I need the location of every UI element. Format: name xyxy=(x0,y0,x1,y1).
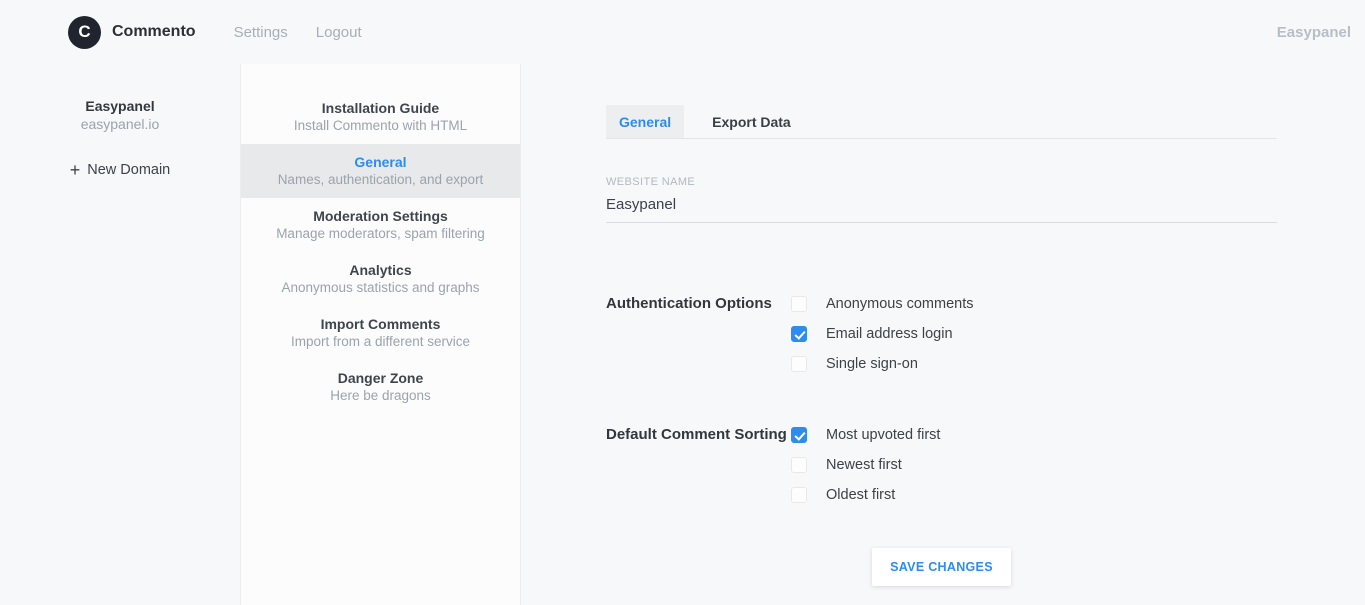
sidebar-domain-url: easypanel.io xyxy=(0,115,240,133)
option-email-address-login[interactable]: Email address login xyxy=(791,319,973,349)
top-bar: C Commento Settings Logout Easypanel xyxy=(0,0,1365,64)
menu-item-installation-guide[interactable]: Installation Guide Install Commento with… xyxy=(241,90,520,144)
tab-general[interactable]: General xyxy=(606,105,684,138)
settings-menu: Installation Guide Install Commento with… xyxy=(240,64,521,605)
option-label: Most upvoted first xyxy=(826,427,940,443)
menu-item-title: Moderation Settings xyxy=(251,207,510,225)
save-changes-button[interactable]: SAVE CHANGES xyxy=(872,548,1011,586)
save-row: SAVE CHANGES xyxy=(606,548,1277,586)
menu-item-danger-zone[interactable]: Danger Zone Here be dragons xyxy=(241,360,520,414)
newest-first-checkbox[interactable] xyxy=(791,457,807,473)
brand[interactable]: C Commento xyxy=(68,16,196,49)
domain-sidebar: Easypanel easypanel.io + New Domain xyxy=(0,64,240,605)
menu-item-subtitle: Anonymous statistics and graphs xyxy=(251,279,510,297)
option-single-sign-on[interactable]: Single sign-on xyxy=(791,349,973,379)
authentication-options-label: Authentication Options xyxy=(606,289,791,379)
single-sign-on-checkbox[interactable] xyxy=(791,356,807,372)
authentication-options-list: Anonymous comments Email address login S… xyxy=(791,289,973,379)
commento-logo-icon: C xyxy=(68,16,101,49)
logo-letter: C xyxy=(78,23,90,41)
menu-item-title: Danger Zone xyxy=(251,369,510,387)
option-label: Single sign-on xyxy=(826,356,918,372)
option-oldest-first[interactable]: Oldest first xyxy=(791,480,940,510)
option-newest-first[interactable]: Newest first xyxy=(791,450,940,480)
most-upvoted-first-checkbox[interactable] xyxy=(791,427,807,443)
default-comment-sorting-label: Default Comment Sorting xyxy=(606,420,791,510)
option-label: Email address login xyxy=(826,326,953,342)
new-domain-label: New Domain xyxy=(87,162,170,178)
option-anonymous-comments[interactable]: Anonymous comments xyxy=(791,289,973,319)
menu-item-subtitle: Install Commento with HTML xyxy=(251,117,510,135)
website-name-input[interactable] xyxy=(606,194,1277,223)
sorting-options-list: Most upvoted first Newest first Oldest f… xyxy=(791,420,940,510)
menu-item-title: General xyxy=(251,153,510,171)
sidebar-domain-name[interactable]: Easypanel xyxy=(0,97,240,115)
nav-logout-link[interactable]: Logout xyxy=(316,24,362,41)
menu-item-title: Installation Guide xyxy=(251,99,510,117)
menu-item-general[interactable]: General Names, authentication, and expor… xyxy=(241,144,520,198)
menu-item-import-comments[interactable]: Import Comments Import from a different … xyxy=(241,306,520,360)
plus-icon: + xyxy=(70,161,81,179)
menu-item-subtitle: Names, authentication, and export xyxy=(251,171,510,189)
default-comment-sorting-section: Default Comment Sorting Most upvoted fir… xyxy=(606,420,1277,510)
brand-name: Commento xyxy=(112,23,196,41)
option-most-upvoted-first[interactable]: Most upvoted first xyxy=(791,420,940,450)
authentication-options-section: Authentication Options Anonymous comment… xyxy=(606,289,1277,379)
nav-settings-link[interactable]: Settings xyxy=(234,24,288,41)
menu-item-analytics[interactable]: Analytics Anonymous statistics and graph… xyxy=(241,252,520,306)
menu-item-moderation-settings[interactable]: Moderation Settings Manage moderators, s… xyxy=(241,198,520,252)
header-nav: Settings Logout xyxy=(234,24,390,41)
main-panel: General Export Data WEBSITE NAME Authent… xyxy=(521,64,1365,605)
menu-item-title: Import Comments xyxy=(251,315,510,333)
current-account-label: Easypanel xyxy=(1277,24,1353,41)
option-label: Oldest first xyxy=(826,487,895,503)
tab-bar: General Export Data xyxy=(606,105,1277,139)
menu-item-subtitle: Import from a different service xyxy=(251,333,510,351)
new-domain-button[interactable]: + New Domain xyxy=(70,161,171,179)
menu-item-title: Analytics xyxy=(251,261,510,279)
option-label: Anonymous comments xyxy=(826,296,973,312)
website-name-label: WEBSITE NAME xyxy=(606,176,1277,188)
content-row: Easypanel easypanel.io + New Domain Inst… xyxy=(0,64,1365,605)
menu-item-subtitle: Here be dragons xyxy=(251,387,510,405)
tab-export-data[interactable]: Export Data xyxy=(699,105,804,138)
menu-item-subtitle: Manage moderators, spam filtering xyxy=(251,225,510,243)
oldest-first-checkbox[interactable] xyxy=(791,487,807,503)
option-label: Newest first xyxy=(826,457,902,473)
anonymous-comments-checkbox[interactable] xyxy=(791,296,807,312)
website-name-field: WEBSITE NAME xyxy=(606,176,1277,223)
email-address-login-checkbox[interactable] xyxy=(791,326,807,342)
